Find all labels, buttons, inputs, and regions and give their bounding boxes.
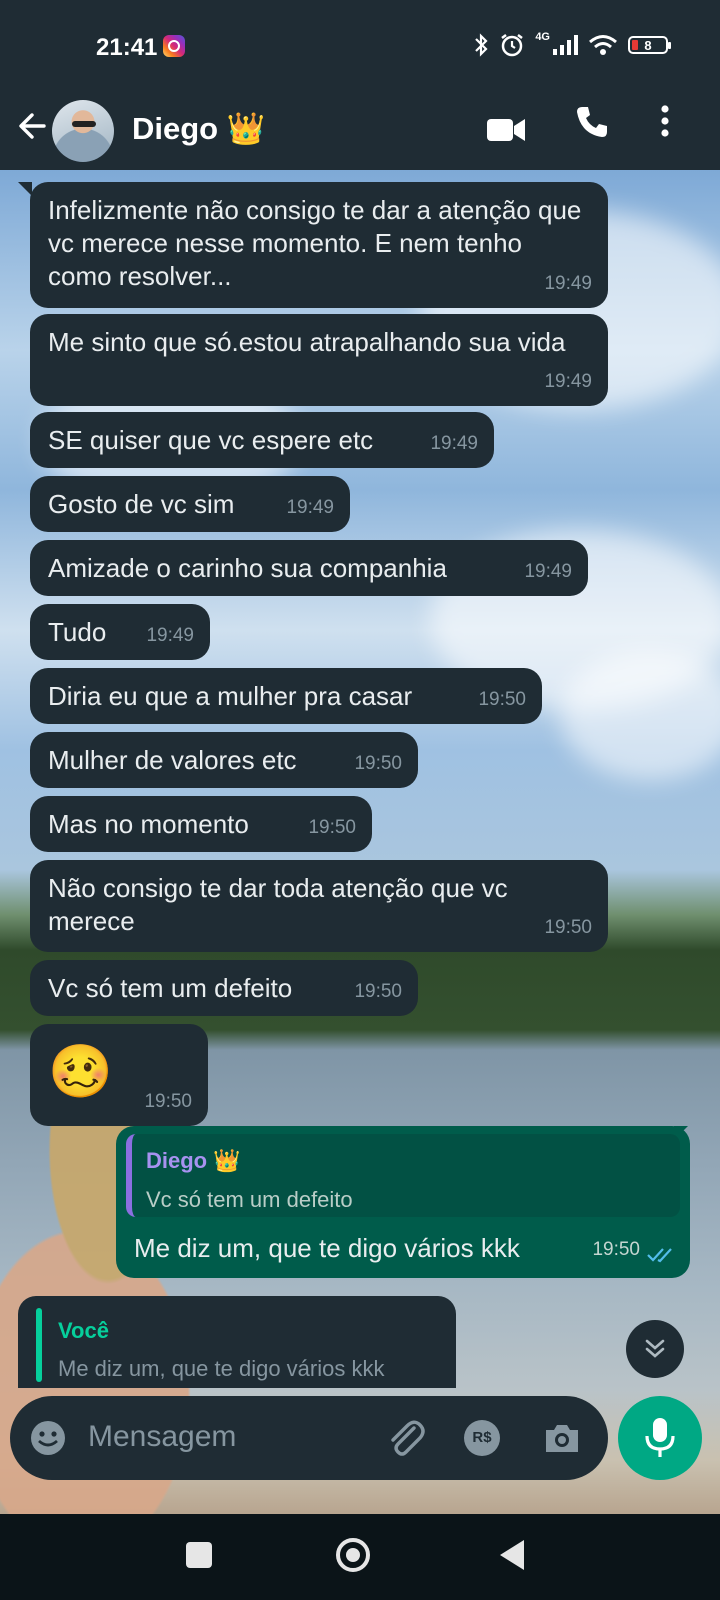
message-time: 19:50 xyxy=(144,1091,192,1112)
message-time: 19:50 xyxy=(592,1239,640,1260)
chat-header: Diego 👑 xyxy=(0,90,720,170)
incoming-message[interactable]: Tudo 19:49 xyxy=(30,604,210,660)
incoming-message[interactable]: SE quiser que vc espere etc 19:49 xyxy=(30,412,494,468)
home-button[interactable] xyxy=(336,1538,370,1572)
crown-emoji: 👑 xyxy=(226,111,266,146)
emoji-icon[interactable] xyxy=(28,1418,68,1458)
voice-message-button[interactable] xyxy=(618,1396,702,1480)
message-time: 19:50 xyxy=(354,753,402,774)
wifi-icon xyxy=(589,35,617,55)
recent-apps-button[interactable] xyxy=(186,1542,212,1568)
reply-author: Você xyxy=(58,1318,109,1343)
quoted-text: Vc só tem um defeito xyxy=(146,1187,353,1212)
reply-preview[interactable]: Você Me diz um, que te digo vários kkk xyxy=(18,1296,456,1388)
incoming-message[interactable]: Não consigo te dar toda atenção que vc m… xyxy=(30,860,608,952)
message-time: 19:50 xyxy=(544,917,592,938)
message-time: 19:50 xyxy=(478,689,526,710)
microphone-icon xyxy=(645,1418,675,1457)
incoming-emoji-message[interactable]: 🥴 19:50 xyxy=(30,1024,208,1126)
outgoing-message[interactable]: Diego 👑 Vc só tem um defeito Me diz um, … xyxy=(116,1126,690,1278)
read-receipt-icon xyxy=(647,1248,672,1263)
message-composer: Mensagem R$ xyxy=(10,1396,608,1480)
message-time: 19:49 xyxy=(430,433,478,454)
message-text: Me diz um, que te digo vários kkk xyxy=(134,1233,520,1263)
double-chevron-down-icon xyxy=(645,1339,665,1358)
status-bar: 21:41 4G 8 xyxy=(0,0,720,90)
status-icons: 4G 8 xyxy=(473,30,671,60)
quoted-message[interactable]: Diego 👑 Vc só tem um defeito xyxy=(126,1134,680,1217)
message-time: 19:49 xyxy=(544,371,592,392)
bluetooth-icon xyxy=(475,33,488,57)
incoming-message[interactable]: Mulher de valores etc 19:50 xyxy=(30,732,418,788)
signal-icon xyxy=(553,35,578,55)
incoming-message[interactable]: Me sinto que só.estou atrapalhando sua v… xyxy=(30,314,608,406)
alarm-icon xyxy=(501,34,524,57)
message-time: 19:50 xyxy=(308,817,356,838)
status-time: 21:41 xyxy=(96,34,158,61)
contact-avatar[interactable] xyxy=(52,100,114,162)
message-time: 19:49 xyxy=(524,561,572,582)
network-type-label: 4G xyxy=(535,31,550,43)
message-input[interactable]: Mensagem xyxy=(88,1420,236,1454)
attachment-icon[interactable] xyxy=(384,1416,428,1460)
incoming-message[interactable]: Vc só tem um defeito 19:50 xyxy=(30,960,418,1016)
incoming-message[interactable]: Mas no momento 19:50 xyxy=(30,796,372,852)
voice-call-icon[interactable] xyxy=(574,104,610,140)
incoming-message[interactable]: Diria eu que a mulher pra casar 19:50 xyxy=(30,668,542,724)
back-arrow-icon[interactable] xyxy=(14,108,50,144)
payment-icon[interactable]: R$ xyxy=(464,1420,500,1456)
battery-level: 8 xyxy=(644,37,652,53)
quoted-author: Diego 👑 xyxy=(146,1148,241,1173)
battery-icon: 8 xyxy=(628,36,671,54)
message-time: 19:50 xyxy=(354,981,402,1002)
instagram-notification-icon xyxy=(163,35,185,57)
scroll-to-bottom-button[interactable] xyxy=(626,1320,684,1378)
contact-name[interactable]: Diego 👑 xyxy=(132,110,265,147)
system-back-button[interactable] xyxy=(500,1540,524,1570)
video-call-icon[interactable] xyxy=(486,116,526,144)
message-time: 19:49 xyxy=(146,625,194,646)
incoming-message[interactable]: Gosto de vc sim 19:49 xyxy=(30,476,350,532)
more-options-icon[interactable] xyxy=(660,104,670,138)
incoming-message[interactable]: Infelizmente não consigo te dar a atençã… xyxy=(30,182,608,308)
reply-text: Me diz um, que te digo vários kkk xyxy=(58,1356,385,1381)
camera-icon[interactable] xyxy=(542,1418,582,1458)
woozy-face-emoji: 🥴 xyxy=(48,1043,113,1101)
incoming-message[interactable]: Amizade o carinho sua companhia 19:49 xyxy=(30,540,588,596)
message-time: 19:49 xyxy=(544,273,592,294)
message-time: 19:49 xyxy=(286,497,334,518)
